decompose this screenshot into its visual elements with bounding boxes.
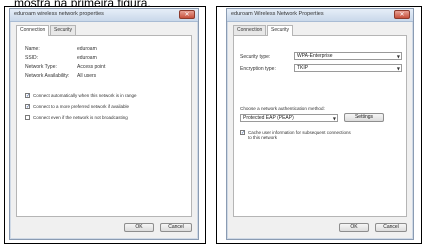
- connect-automatically-checkbox[interactable]: ✓: [25, 93, 30, 99]
- ssid-label: SSID:: [25, 55, 39, 61]
- close-button[interactable]: ✕: [179, 10, 195, 19]
- tab-strip: Connection Security: [233, 25, 407, 36]
- connect-not-broadcasting-label: Connect even if the network is not broad…: [33, 115, 128, 120]
- encryption-type-label: Encryption type:: [240, 66, 276, 72]
- connect-preferred-label: Connect to a more preferred network if a…: [33, 104, 130, 109]
- auth-method-value: Protected EAP (PEAP): [243, 115, 294, 121]
- security-type-value: WPA-Enterprise: [297, 53, 333, 59]
- tab-connection[interactable]: Connection: [233, 25, 267, 35]
- wireless-properties-dialog-connection: eduroam wireless network properties ✕ Co…: [9, 8, 199, 240]
- tab-security[interactable]: Security: [267, 25, 294, 36]
- connect-automatically-row[interactable]: ✓ Connect automatically when this networ…: [25, 92, 137, 99]
- network-type-label: Network Type:: [25, 64, 57, 70]
- wireless-properties-dialog-security: eduroam Wireless Network Properties ✕ Co…: [226, 8, 414, 240]
- connect-automatically-label: Connect automatically when this network …: [33, 93, 137, 98]
- security-type-select[interactable]: WPA-Enterprise ▼: [294, 52, 402, 60]
- dialog-title: eduroam Wireless Network Properties: [231, 11, 324, 17]
- auth-method-label: Choose a network authentication method:: [240, 106, 325, 111]
- tab-strip: Connection Security: [16, 25, 192, 36]
- connect-not-broadcasting-row[interactable]: Connect even if the network is not broad…: [25, 114, 128, 121]
- network-availability-label: Network Availability:: [25, 73, 70, 79]
- close-button[interactable]: ✕: [394, 10, 410, 19]
- connect-preferred-row[interactable]: ✓ Connect to a more preferred network if…: [25, 103, 129, 110]
- tab-security[interactable]: Security: [50, 25, 77, 35]
- settings-button[interactable]: Settings: [344, 113, 384, 122]
- encryption-type-value: TKIP: [297, 65, 309, 71]
- remember-credentials-label-line2: to this network: [248, 135, 278, 140]
- ssid-value: eduroam: [77, 55, 97, 61]
- dialog-titlebar: eduroam wireless network properties ✕: [10, 9, 198, 22]
- encryption-type-select[interactable]: TKIP ▼: [294, 64, 402, 72]
- security-type-label: Security type:: [240, 54, 271, 60]
- name-label: Name:: [25, 46, 40, 52]
- auth-method-select[interactable]: Protected EAP (PEAP) ▼: [240, 114, 338, 122]
- dialog-titlebar: eduroam Wireless Network Properties ✕: [227, 9, 413, 22]
- remember-credentials-row[interactable]: ✓ Cache user information for subsequent …: [240, 130, 351, 144]
- dialog-title: eduroam wireless network properties: [14, 11, 104, 17]
- connect-preferred-checkbox[interactable]: ✓: [25, 104, 30, 110]
- tab-connection[interactable]: Connection: [16, 25, 50, 36]
- network-type-value: Access point: [77, 64, 106, 70]
- connect-not-broadcasting-checkbox[interactable]: [25, 115, 30, 120]
- security-panel: Security type: WPA-Enterprise ▼ Encrypti…: [233, 35, 407, 217]
- remember-credentials-text: Cache user information for subsequent co…: [245, 130, 351, 140]
- ok-button[interactable]: OK: [124, 223, 154, 232]
- name-value: eduroam: [77, 46, 97, 52]
- network-availability-value: All users: [77, 73, 97, 79]
- ok-button[interactable]: OK: [339, 223, 369, 232]
- chevron-down-icon: ▼: [396, 54, 400, 59]
- chevron-down-icon: ▼: [332, 116, 336, 121]
- connection-panel: Name: eduroam SSID: eduroam Network Type…: [16, 35, 192, 217]
- cancel-button[interactable]: Cancel: [375, 223, 407, 232]
- cancel-button[interactable]: Cancel: [160, 223, 192, 232]
- chevron-down-icon: ▼: [396, 66, 400, 71]
